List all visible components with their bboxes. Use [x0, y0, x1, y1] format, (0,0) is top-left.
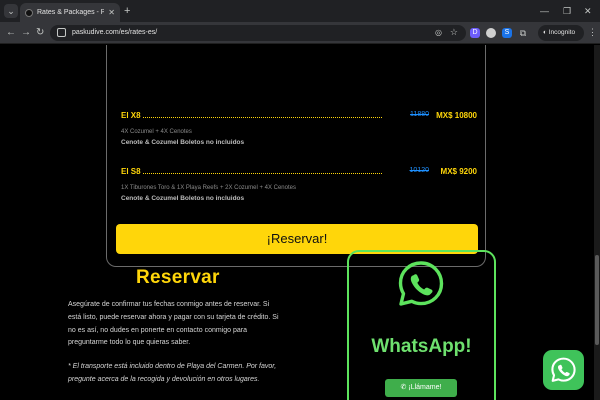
restore-button[interactable]: ❐: [563, 4, 571, 18]
new-tab-button[interactable]: +: [124, 4, 130, 18]
package-new-price: MX$ 10800: [436, 111, 477, 120]
page-content: El X8 11880 MX$ 10800 4X Cozumel + 4X Ce…: [0, 45, 594, 400]
packages-card: El X8 11880 MX$ 10800 4X Cozumel + 4X Ce…: [106, 45, 486, 267]
reload-button[interactable]: ↻: [36, 26, 44, 40]
tab-title: Rates & Packages - Pasku Dive: [37, 9, 105, 16]
extension-s-icon[interactable]: S: [502, 28, 512, 38]
url-text: paskudive.com/es/rates-es/: [72, 29, 158, 36]
extension-circle-icon[interactable]: [486, 28, 496, 38]
reservar-heading: Reservar: [136, 267, 220, 288]
whatsapp-float-icon: [551, 357, 576, 382]
browser-tab-bar: ⌄ Rates & Packages - Pasku Dive ✕ + — ❐ …: [0, 0, 600, 22]
transport-note: * El transporte está incluido dentro de …: [68, 363, 277, 383]
extension-d-icon[interactable]: D: [470, 28, 480, 38]
browser-menu-icon[interactable]: ⋮: [588, 27, 597, 38]
bookmark-star-icon[interactable]: ☆: [450, 27, 458, 38]
package-old-price: 11880: [410, 111, 429, 118]
whatsapp-icon: [398, 261, 444, 306]
call-me-button[interactable]: ✆ ¡Llámame!: [385, 379, 457, 397]
package-new-price: MX$ 9200: [440, 167, 477, 176]
browser-tab[interactable]: Rates & Packages - Pasku Dive ✕: [20, 3, 120, 22]
leader-dots: [143, 117, 382, 118]
package-note: Cenote & Cozumel Boletos no incluidos: [121, 195, 245, 202]
tab-search-button[interactable]: ⌄: [4, 4, 18, 18]
site-favicon-icon: [25, 8, 33, 17]
package-name: El S8: [121, 167, 141, 176]
address-bar[interactable]: paskudive.com/es/rates-es/ ◎ ☆: [50, 25, 466, 41]
incognito-label: Incognito: [548, 29, 576, 36]
close-window-button[interactable]: ✕: [584, 4, 592, 18]
floating-whatsapp-button[interactable]: [543, 350, 584, 390]
package-detail: 1X Tiburones Toro & 1X Playa Reefs + 2X …: [121, 185, 296, 191]
back-button[interactable]: ←: [6, 26, 16, 40]
whatsapp-card: WhatsApp! ✆ ¡Llámame!: [347, 250, 496, 400]
minimize-button[interactable]: —: [540, 4, 549, 18]
page-scrollbar[interactable]: [594, 45, 600, 400]
package-detail: 4X Cozumel + 4X Cenotes: [121, 129, 192, 135]
extensions-puzzle-icon[interactable]: ⧉: [518, 28, 528, 38]
tracking-protection-icon[interactable]: ◎: [435, 28, 442, 37]
forward-button[interactable]: →: [21, 26, 31, 40]
package-note: Cenote & Cozumel Boletos no incluidos: [121, 139, 245, 146]
reservar-paragraph: Asegúrate de confirmar tus fechas conmig…: [68, 301, 279, 347]
package-item: El S8 10120 MX$ 9200 1X Tiburones Toro &…: [121, 167, 477, 202]
scrollbar-thumb[interactable]: [595, 255, 599, 345]
package-old-price: 10120: [409, 167, 429, 174]
leader-dots: [143, 173, 382, 174]
package-name: El X8: [121, 111, 141, 120]
whatsapp-title: WhatsApp!: [371, 336, 472, 357]
browser-toolbar: ← → ↻ paskudive.com/es/rates-es/ ◎ ☆ D S…: [0, 22, 600, 44]
tab-close-icon[interactable]: ✕: [108, 8, 115, 17]
site-info-icon[interactable]: [57, 28, 66, 37]
package-item: El X8 11880 MX$ 10800 4X Cozumel + 4X Ce…: [121, 111, 477, 146]
incognito-badge[interactable]: ◐ Incognito: [538, 25, 584, 41]
